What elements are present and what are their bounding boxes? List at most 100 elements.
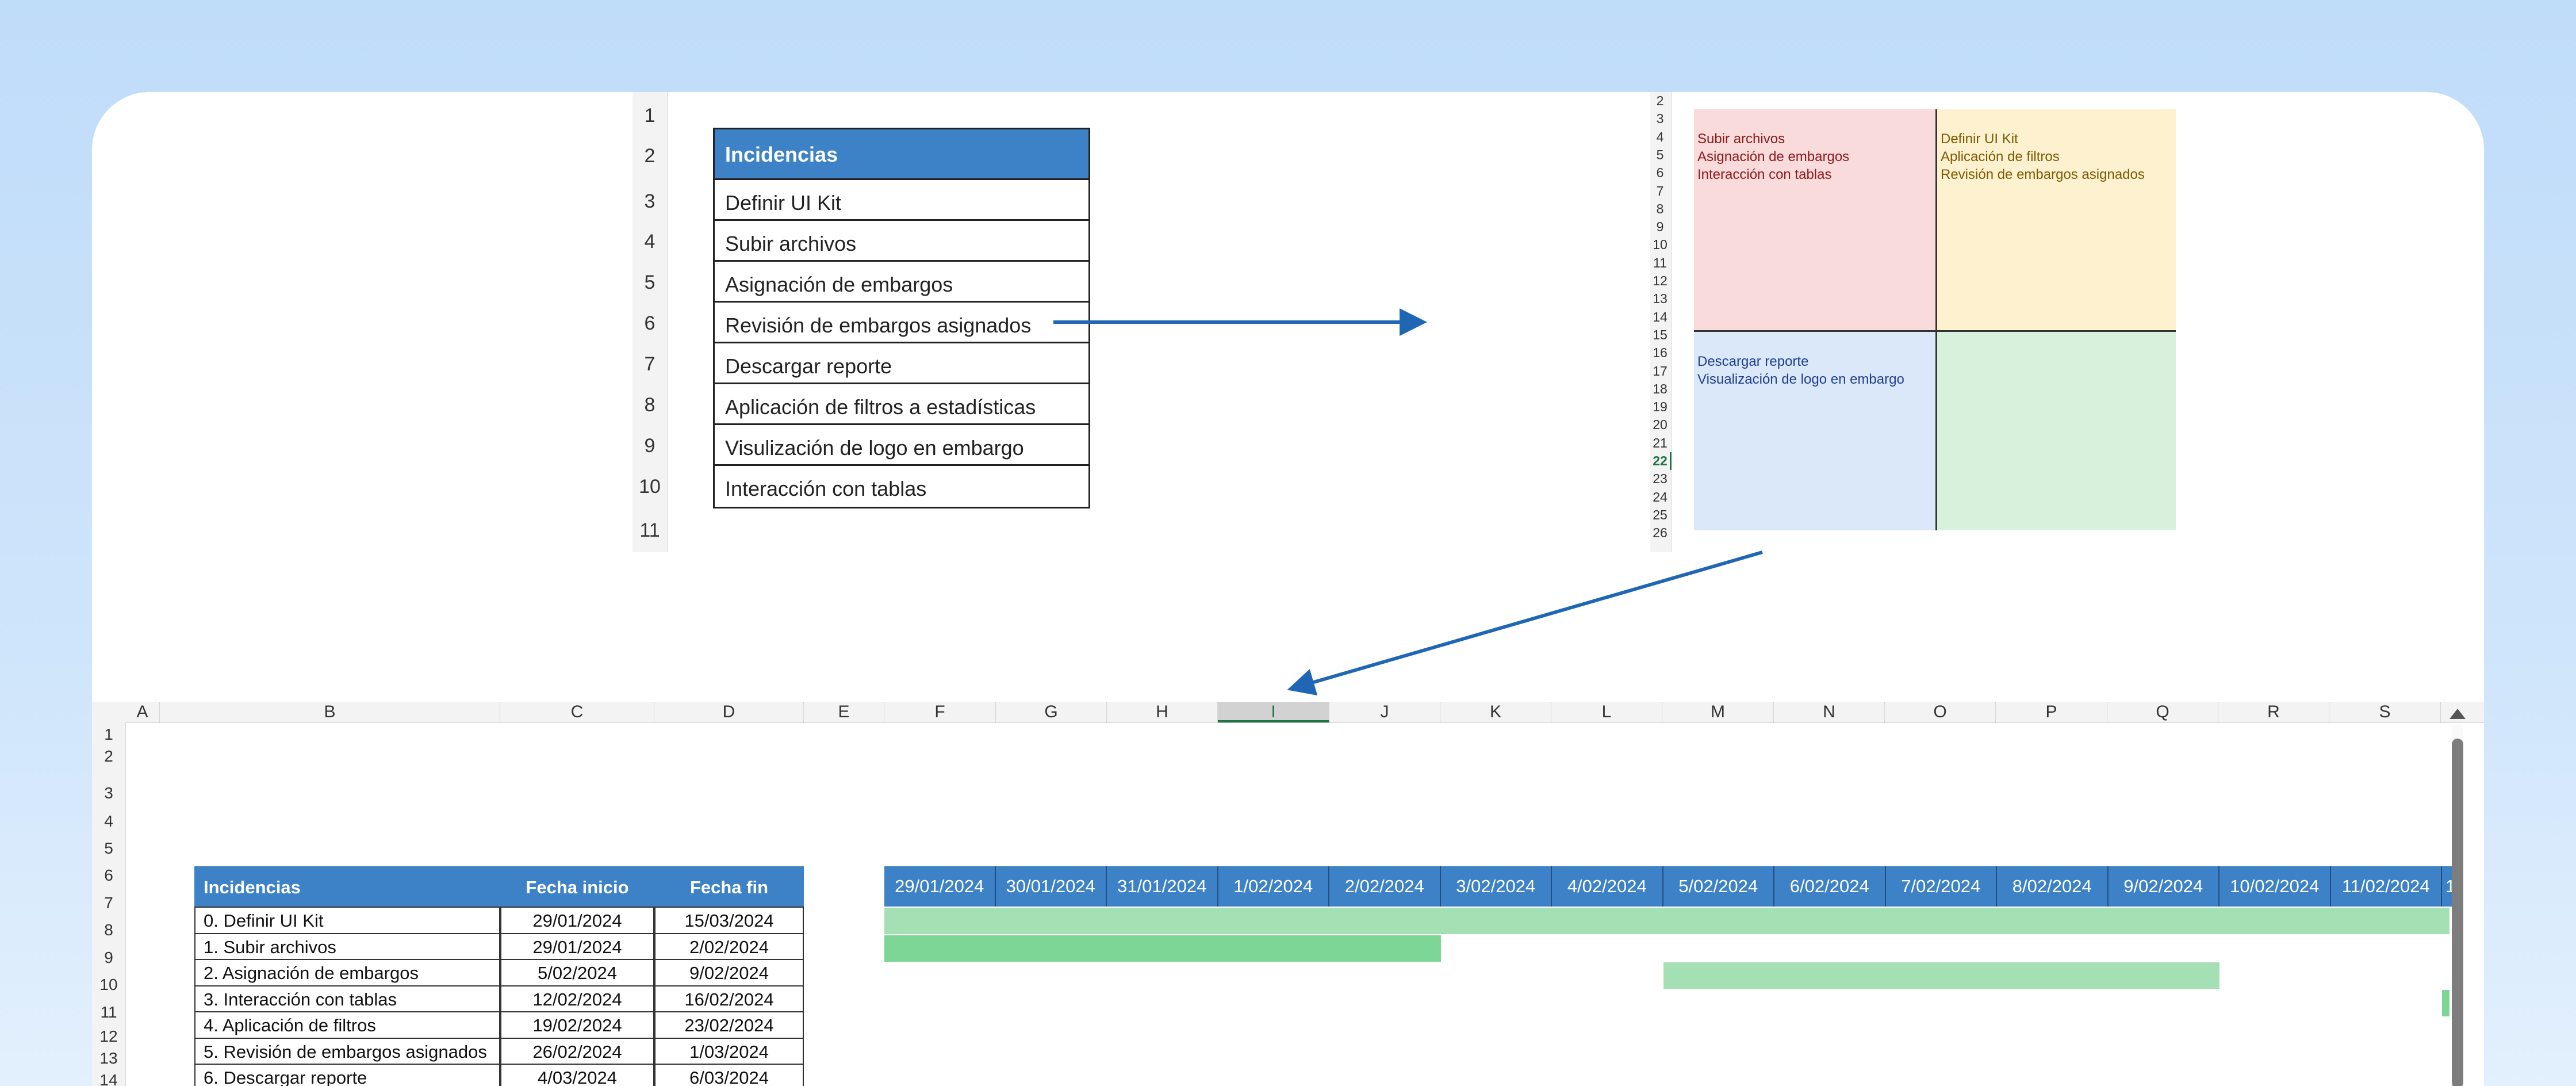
row-number[interactable]: 7 — [632, 341, 667, 382]
row-number[interactable]: 14 — [92, 1068, 125, 1086]
incident-list-item[interactable]: Aplicación de filtros a estadísticas — [715, 384, 1088, 425]
column-header[interactable]: Q — [2107, 702, 2218, 722]
row-number[interactable]: 9 — [1650, 218, 1670, 236]
incident-list-item[interactable]: Definir UI Kit — [715, 180, 1088, 221]
row-number[interactable]: 5 — [1650, 146, 1670, 164]
table-header-cell[interactable]: Fecha inicio — [500, 866, 654, 907]
row-number[interactable]: 8 — [1650, 200, 1670, 218]
column-header[interactable]: J — [1329, 702, 1440, 722]
row-number[interactable]: 13 — [92, 1046, 125, 1068]
incident-list-item[interactable]: Descargar reporte — [715, 343, 1088, 384]
date-header-cell[interactable]: 7/02/2024 — [1885, 866, 1997, 907]
incident-list-item[interactable]: Subir archivos — [715, 221, 1088, 262]
table-cell[interactable]: 4. Aplicación de filtros — [194, 1011, 500, 1039]
date-header-cell[interactable]: 31/01/2024 — [1107, 866, 1218, 907]
row-number[interactable]: 13 — [1650, 290, 1670, 308]
column-header[interactable]: B — [160, 702, 500, 722]
table-cell[interactable]: 26/02/2024 — [500, 1037, 654, 1066]
vertical-scrollbar[interactable] — [2452, 725, 2463, 1086]
row-number[interactable]: 10 — [632, 464, 667, 504]
row-number[interactable]: 6 — [92, 861, 125, 888]
gantt-bar[interactable] — [1663, 962, 2220, 989]
row-number[interactable]: 3 — [1650, 110, 1670, 128]
matrix-quadrant-bottom-left[interactable]: Descargar reporte Visualización de logo e… — [1694, 330, 1935, 530]
row-number[interactable]: 17 — [1650, 362, 1670, 380]
row-number[interactable]: 11 — [1650, 254, 1670, 272]
row-number[interactable]: 9 — [632, 423, 667, 464]
row-number[interactable]: 6 — [1650, 164, 1670, 182]
row-number[interactable]: 11 — [632, 504, 667, 550]
row-number[interactable]: 3 — [632, 178, 667, 219]
date-header-cell[interactable]: 6/02/2024 — [1774, 866, 1886, 907]
date-header-cell[interactable]: 3/02/2024 — [1440, 866, 1552, 907]
row-number[interactable]: 5 — [92, 833, 125, 861]
date-header-cell[interactable]: 5/02/2024 — [1663, 866, 1774, 907]
row-number[interactable]: 2 — [1650, 92, 1670, 110]
table-cell[interactable]: 15/03/2024 — [654, 907, 804, 935]
row-number[interactable]: 6 — [632, 300, 667, 341]
table-cell[interactable]: 23/02/2024 — [654, 1011, 804, 1039]
matrix-quadrant-bottom-right[interactable] — [1935, 330, 2176, 530]
column-header[interactable]: C — [500, 702, 654, 722]
row-number[interactable]: 15 — [1650, 326, 1670, 344]
column-header[interactable]: D — [654, 702, 804, 722]
gantt-bar[interactable] — [884, 935, 1441, 962]
row-number[interactable]: 12 — [92, 1024, 125, 1046]
row-number[interactable]: 7 — [92, 888, 125, 915]
row-number[interactable]: 8 — [632, 382, 667, 423]
row-number[interactable]: 23 — [1650, 470, 1670, 488]
date-header-cell[interactable]: 9/02/2024 — [2108, 866, 2220, 907]
column-header[interactable]: A — [125, 702, 160, 722]
table-cell[interactable]: 5. Revisión de embargos asignados — [194, 1037, 500, 1066]
row-number[interactable]: 18 — [1650, 380, 1670, 398]
column-header[interactable]: E — [804, 702, 884, 722]
row-number[interactable]: 10 — [1650, 236, 1670, 254]
column-header[interactable]: M — [1662, 702, 1774, 722]
date-header-cell[interactable]: 2/02/2024 — [1329, 866, 1441, 907]
row-number[interactable]: 9 — [92, 943, 125, 970]
column-header[interactable]: P — [1996, 702, 2107, 722]
table-cell[interactable]: 29/01/2024 — [500, 932, 654, 961]
column-header[interactable]: O — [1885, 702, 1996, 722]
date-header-cell[interactable]: 1/02/2024 — [1218, 866, 1329, 907]
column-header[interactable]: K — [1440, 702, 1551, 722]
date-header-cell[interactable]: 11/02/2024 — [2330, 866, 2442, 907]
column-header[interactable]: S — [2329, 702, 2441, 722]
date-header-cell[interactable]: 10/02/2024 — [2220, 866, 2331, 907]
row-number[interactable]: 2 — [632, 128, 667, 178]
row-number[interactable]: 25 — [1650, 506, 1670, 524]
row-number[interactable]: 7 — [1650, 182, 1670, 200]
table-cell[interactable]: 29/01/2024 — [500, 907, 654, 935]
column-header[interactable]: G — [996, 702, 1107, 722]
incident-list-header[interactable]: Incidencias — [715, 129, 1088, 180]
incident-list-item[interactable]: Asignación de embargos — [715, 262, 1088, 303]
table-cell[interactable]: 1/03/2024 — [654, 1037, 804, 1066]
date-header-cell[interactable]: 8/02/2024 — [1997, 866, 2109, 907]
table-cell[interactable]: 16/02/2024 — [654, 985, 804, 1014]
table-cell[interactable]: 6. Descargar reporte — [194, 1064, 500, 1086]
row-number[interactable]: 10 — [92, 970, 125, 997]
row-number[interactable]: 4 — [632, 219, 667, 259]
date-header-cell[interactable]: 29/01/2024 — [884, 866, 996, 907]
row-number[interactable]: 21 — [1650, 434, 1670, 452]
column-header[interactable]: H — [1107, 702, 1218, 722]
date-header-cell[interactable]: 30/01/2024 — [995, 866, 1107, 907]
table-cell[interactable]: 12/02/2024 — [500, 985, 654, 1014]
scroll-up-icon[interactable] — [2450, 709, 2466, 719]
date-header-cell[interactable]: 4/02/2024 — [1552, 866, 1663, 907]
table-cell[interactable]: 2. Asignación de embargos — [194, 959, 500, 987]
row-number[interactable]: 16 — [1650, 344, 1670, 362]
row-number[interactable]: 5 — [632, 259, 667, 300]
table-cell[interactable]: 19/02/2024 — [500, 1011, 654, 1039]
incident-list-item[interactable]: Interacción con tablas — [715, 466, 1088, 507]
row-number[interactable]: 2 — [92, 744, 125, 766]
table-cell[interactable]: 3. Interacción con tablas — [194, 985, 500, 1014]
column-header[interactable]: L — [1551, 702, 1662, 722]
row-number[interactable]: 26 — [1650, 524, 1670, 542]
row-number[interactable]: 22 — [1650, 452, 1672, 470]
table-cell[interactable]: 2/02/2024 — [654, 932, 804, 961]
column-header[interactable]: N — [1774, 702, 1885, 722]
row-number[interactable]: 20 — [1650, 416, 1670, 434]
gantt-bar[interactable] — [884, 908, 2450, 934]
column-header[interactable]: I — [1218, 702, 1329, 722]
